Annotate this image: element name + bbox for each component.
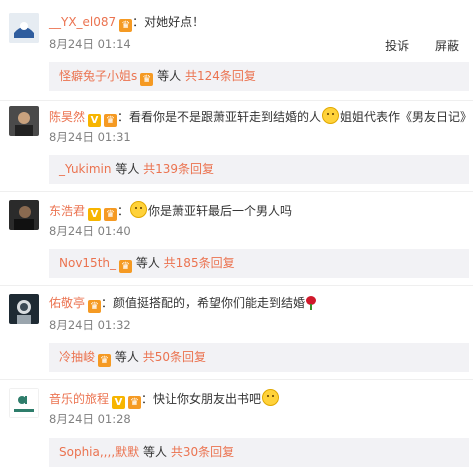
reply-username-link[interactable]: 怪癖兔子小姐s bbox=[59, 69, 137, 83]
reply-username-link[interactable]: Nov15th_ bbox=[59, 256, 116, 270]
reply-etc-label: 等人 bbox=[142, 445, 167, 459]
comment-line: 佑敬亭 ♛ ：颜值挺搭配的，希望你们能走到结婚 bbox=[49, 295, 317, 313]
vip-badge-icon: ♛ bbox=[128, 396, 142, 409]
avatar-image bbox=[9, 200, 39, 230]
doge-emoji-icon bbox=[322, 107, 340, 124]
vip-badge-icon: ♛ bbox=[119, 260, 132, 273]
vip-badge-icon: ♛ bbox=[88, 300, 102, 313]
verified-v-icon: V bbox=[112, 396, 126, 409]
divider bbox=[0, 100, 473, 101]
vip-badge-icon: ♛ bbox=[119, 19, 133, 32]
block-button[interactable]: 屏蔽 bbox=[435, 39, 459, 53]
reply-summary[interactable]: 怪癖兔子小姐s ♛ 等人 共124条回复 bbox=[49, 62, 469, 91]
reply-summary[interactable]: Nov15th_ ♛ 等人 共185条回复 bbox=[49, 249, 469, 278]
comment-line: 陈昊然 V ♛ ：看看你是不是跟萧亚轩走到结婚的人 姐姐代表作《男友日记》 bbox=[49, 107, 472, 127]
reply-etc-label: 等人 bbox=[115, 162, 140, 176]
username-link[interactable]: __YX_el087 bbox=[49, 15, 116, 29]
username-link[interactable]: 音乐的旅程 bbox=[49, 392, 109, 406]
username-link[interactable]: 佑敬亭 bbox=[49, 296, 85, 310]
reply-username-link[interactable]: 冷抽峻 bbox=[59, 350, 95, 364]
reply-count-link[interactable]: 共124条回复 bbox=[185, 69, 256, 83]
vip-badge-icon: ♛ bbox=[104, 114, 118, 127]
avatar[interactable] bbox=[9, 388, 39, 418]
reply-etc-label: 等人 bbox=[157, 69, 182, 83]
comment-text: ：对她好点！ bbox=[132, 15, 205, 29]
comment-actions: 投诉 屏蔽 bbox=[363, 37, 459, 54]
avatar-image bbox=[9, 13, 39, 43]
comment-text: ：看看你是不是跟萧亚轩走到结婚的人 bbox=[117, 110, 322, 124]
report-button[interactable]: 投诉 bbox=[385, 39, 409, 53]
vip-badge-icon: ♛ bbox=[104, 208, 118, 221]
avatar-image bbox=[9, 388, 39, 418]
comment-date: 8月24日 01:40 bbox=[49, 224, 131, 238]
reply-count-link[interactable]: 共50条回复 bbox=[143, 350, 206, 364]
reply-count-link[interactable]: 共185条回复 bbox=[164, 256, 235, 270]
reply-etc-label: 等人 bbox=[135, 256, 160, 270]
comment-date: 8月24日 01:14 bbox=[49, 37, 131, 51]
username-link[interactable]: 陈昊然 bbox=[49, 110, 85, 124]
vip-badge-icon: ♛ bbox=[98, 354, 112, 367]
verified-v-icon: V bbox=[88, 114, 102, 127]
reply-summary[interactable]: 冷抽峻 ♛ 等人 共50条回复 bbox=[49, 343, 469, 372]
avatar[interactable] bbox=[9, 294, 39, 324]
avatar[interactable] bbox=[9, 13, 39, 43]
comment-date: 8月24日 01:32 bbox=[49, 318, 131, 332]
divider bbox=[0, 285, 473, 286]
reply-summary[interactable]: _Yukimin 等人 共139条回复 bbox=[49, 155, 469, 184]
comment-line: 音乐的旅程 V ♛ ：快让你女朋友出书吧 bbox=[49, 389, 280, 409]
rose-emoji-icon bbox=[305, 296, 317, 310]
vip-badge-icon: ♛ bbox=[140, 73, 154, 86]
comment-text-continued: 你是萧亚轩最后一个男人吗 bbox=[148, 204, 293, 218]
comment-text: ：颜值挺搭配的，希望你们能走到结婚 bbox=[101, 296, 306, 310]
reply-username-link[interactable]: _Yukimin bbox=[59, 162, 111, 176]
doge-emoji-icon bbox=[130, 201, 148, 218]
crying-emoji-icon bbox=[262, 389, 280, 406]
divider bbox=[0, 191, 473, 192]
comment-line: __YX_el087 ♛ ：对她好点！ bbox=[49, 14, 204, 32]
comment-text: ：快让你女朋友出书吧 bbox=[141, 392, 262, 406]
reply-count-link[interactable]: 共139条回复 bbox=[143, 162, 214, 176]
username-link[interactable]: 东浩君 bbox=[49, 204, 85, 218]
avatar-image bbox=[9, 294, 39, 324]
comment-date: 8月24日 01:28 bbox=[49, 412, 131, 426]
reply-count-link[interactable]: 共30条回复 bbox=[171, 445, 234, 459]
reply-username-link[interactable]: Sophia,,,,默默 bbox=[59, 445, 139, 459]
comment-text: ： bbox=[117, 204, 130, 218]
avatar-image bbox=[9, 106, 39, 136]
verified-v-icon: V bbox=[88, 208, 102, 221]
comment-text-continued: 姐姐代表作《男友日记》 bbox=[340, 110, 473, 124]
avatar[interactable] bbox=[9, 106, 39, 136]
reply-etc-label: 等人 bbox=[114, 350, 139, 364]
avatar[interactable] bbox=[9, 200, 39, 230]
reply-summary[interactable]: Sophia,,,,默默 等人 共30条回复 bbox=[49, 438, 469, 467]
comment-date: 8月24日 01:31 bbox=[49, 130, 131, 144]
comment-line: 东浩君 V ♛： 你是萧亚轩最后一个男人吗 bbox=[49, 201, 292, 221]
divider bbox=[0, 379, 473, 380]
